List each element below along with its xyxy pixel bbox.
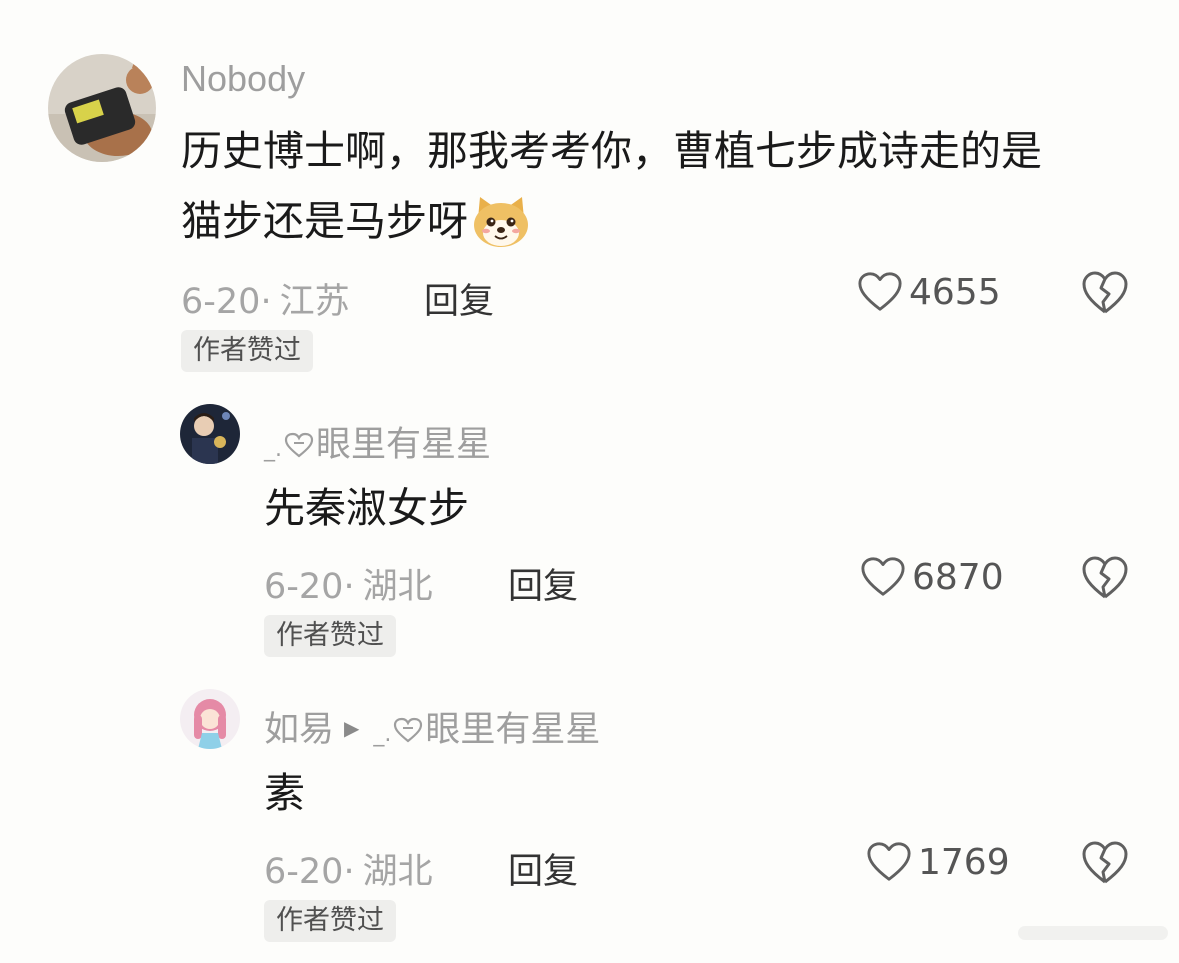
comment-location: 江苏 [279, 282, 350, 322]
meta-dot: · [260, 282, 272, 322]
comment-text: 先秦淑女步 [264, 484, 469, 532]
reply-button[interactable]: 回复 [508, 843, 578, 894]
doge-emoji-icon [474, 197, 528, 247]
comment-date: 6-20 [181, 282, 261, 322]
person-avatar-image [180, 404, 240, 464]
comment-date: 6-20 [264, 567, 344, 607]
comment-text-line-2: 猫步还是马步呀 [181, 186, 1042, 256]
author-liked-badge: 作者赞过 [264, 615, 396, 657]
like-count: 6870 [912, 557, 1004, 598]
dislike-button[interactable] [1081, 840, 1129, 886]
comment-text-line-2-text: 猫步还是马步呀 [181, 197, 468, 245]
username[interactable]: 如易 ▶ _. 眼里有星星 [264, 701, 600, 752]
reply-to-prefix: _. [373, 722, 392, 747]
heart-outline-icon [394, 717, 423, 743]
like-button[interactable]: 6870 [860, 555, 1004, 599]
like-count: 4655 [909, 272, 1001, 313]
avatar[interactable] [180, 404, 240, 464]
heart-outline-icon [867, 842, 911, 881]
comment-1: Nobody 历史博士啊，那我考考你，曹植七步成诗走的是 猫步还是马步呀 6-2… [0, 0, 1179, 380]
comment-meta: 6-20· 江苏 [181, 273, 350, 324]
reply-to-name: 眼里有星星 [425, 710, 601, 750]
username-name: 眼里有星星 [316, 425, 492, 465]
comment-date: 6-20 [264, 852, 344, 892]
dislike-button[interactable] [1081, 555, 1129, 601]
anime-girl-avatar-image [180, 689, 240, 749]
avatar[interactable] [180, 689, 240, 749]
like-button[interactable]: 4655 [857, 270, 1001, 314]
comment-location: 湖北 [362, 852, 433, 892]
comment-meta: 6-20· 湖北 [264, 843, 433, 894]
broken-heart-icon [1082, 271, 1128, 314]
watermark-decoration [1018, 926, 1168, 940]
meta-dot: · [343, 567, 355, 607]
author-liked-badge: 作者赞过 [264, 900, 396, 942]
like-count: 1769 [918, 842, 1010, 883]
cat-avatar-image [48, 54, 156, 162]
broken-heart-icon [1082, 556, 1128, 599]
avatar[interactable] [48, 54, 156, 162]
dislike-button[interactable] [1081, 270, 1129, 316]
heart-outline-icon [284, 432, 314, 458]
comment-text: 历史博士啊，那我考考你，曹植七步成诗走的是 猫步还是马步呀 [181, 116, 1042, 256]
play-arrow-icon: ▶ [344, 716, 360, 740]
heart-outline-icon [861, 557, 905, 596]
username-prefix: _. [264, 437, 282, 462]
author-liked-badge: 作者赞过 [181, 330, 313, 372]
meta-dot: · [343, 852, 355, 892]
comment-text: 素 [264, 769, 305, 817]
username[interactable]: _. 眼里有星星 [264, 416, 491, 467]
reply-button[interactable]: 回复 [424, 273, 494, 324]
reply-button[interactable]: 回复 [508, 558, 578, 609]
like-button[interactable]: 1769 [866, 840, 1010, 884]
comment-location: 湖北 [362, 567, 433, 607]
comment-text-line-1: 历史博士啊，那我考考你，曹植七步成诗走的是 [181, 127, 1042, 175]
heart-outline-icon [858, 272, 902, 311]
username[interactable]: Nobody [181, 58, 305, 100]
comment-meta: 6-20· 湖北 [264, 558, 433, 609]
broken-heart-icon [1082, 841, 1128, 884]
username-name: 如易 [264, 710, 335, 750]
